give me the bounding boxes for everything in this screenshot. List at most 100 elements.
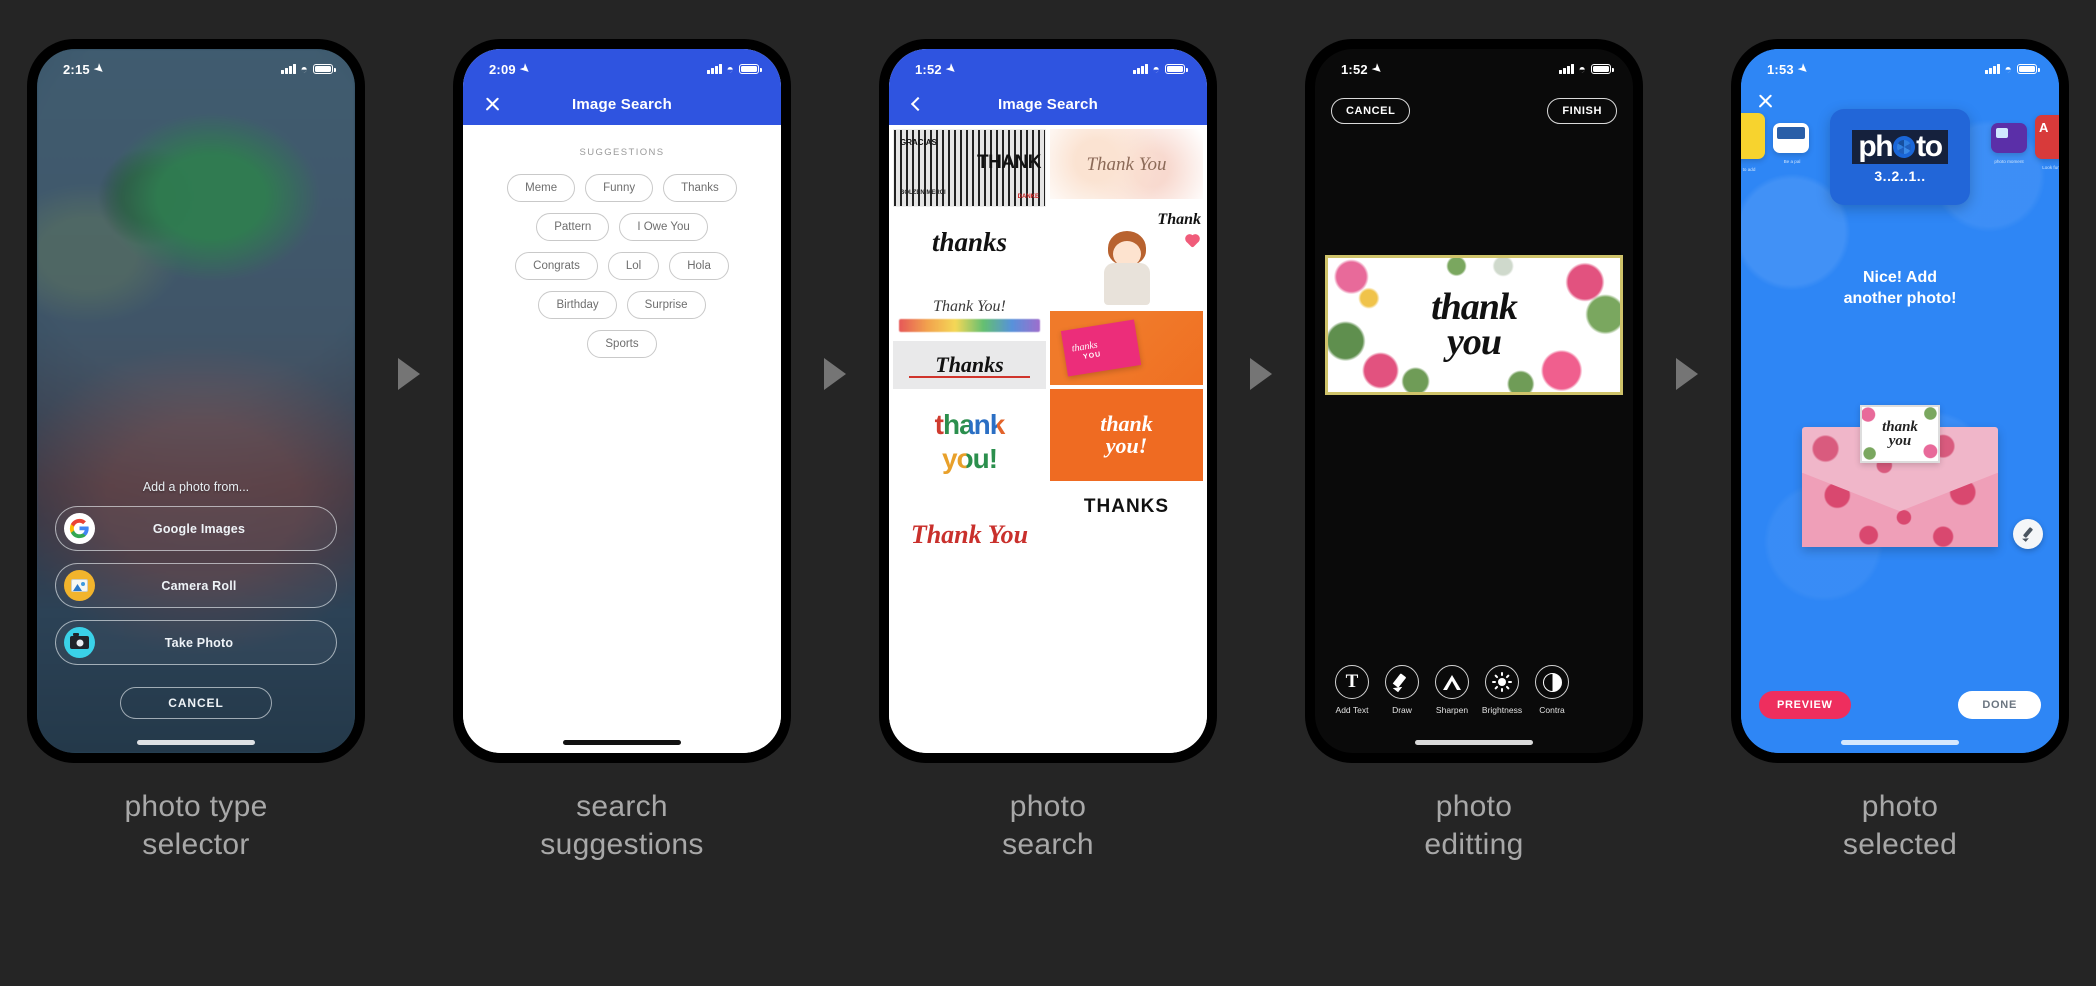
canvas-line-2: you: [1447, 321, 1502, 363]
pencil-icon: [2021, 527, 2035, 541]
card-carousel[interactable]: ny A to add Be a pal photo moment Look f…: [1741, 95, 2059, 213]
nav-title-3: Image Search: [998, 95, 1098, 113]
battery-icon: [313, 64, 336, 74]
tool-label: Add Text: [1335, 705, 1369, 715]
nav-bar-2: 2:09 ➤ ◓ Image Search: [463, 49, 781, 125]
battery-icon: [2017, 64, 2040, 74]
result-caption: DANKE: [1017, 194, 1039, 200]
result-image[interactable]: THANKS: [1050, 485, 1203, 527]
tool-sharpen[interactable]: Sharpen: [1427, 665, 1477, 715]
tool-label: Draw: [1392, 705, 1412, 715]
result-image[interactable]: thanks: [893, 211, 1046, 273]
nav-bar-3: 1:52 ➤ ◓ Image Search: [889, 49, 1207, 125]
cancel-button[interactable]: CANCEL: [120, 687, 272, 719]
result-caption: Thank You!: [933, 298, 1006, 315]
result-image[interactable]: Thank: [1050, 203, 1203, 307]
sheet-title: Add a photo from...: [142, 480, 250, 494]
editor-top-bar: CANCEL FINISH: [1315, 89, 1633, 133]
preview-button[interactable]: PREVIEW: [1759, 691, 1851, 719]
headline-text: Nice! Add another photo!: [1843, 269, 1957, 308]
take-photo-label: Take Photo: [164, 635, 234, 650]
suggestion-chip[interactable]: Surprise: [626, 291, 706, 319]
tool-add-text[interactable]: T Add Text: [1327, 665, 1377, 715]
suggestion-chip[interactable]: Sports: [587, 330, 657, 358]
phone-screen-3: 1:52 ➤ ◓ Image Search GRACIAS THANK BOLZ…: [889, 49, 1207, 753]
result-image[interactable]: thank you!: [893, 393, 1046, 493]
camera-roll-button[interactable]: Camera Roll: [55, 563, 337, 608]
countdown-text: 3..2..1..: [1874, 168, 1926, 184]
editor-canvas[interactable]: thank you: [1325, 255, 1623, 395]
status-bar-4: 1:52 ➤ ◓: [1315, 49, 1633, 83]
cancel-button[interactable]: CANCEL: [1331, 98, 1411, 124]
result-caption: THANKS: [1083, 495, 1170, 517]
image-results-grid[interactable]: GRACIAS THANK BOLZEN MERCI DANKE thanks …: [889, 125, 1207, 753]
photo-library-icon: [64, 570, 95, 601]
card-caption: to add: [1742, 167, 1756, 172]
suggestion-chip[interactable]: I Owe You: [619, 213, 708, 241]
suggestion-chip[interactable]: Lol: [607, 252, 660, 280]
signal-icon: [1559, 64, 1574, 74]
result-image[interactable]: Thank You!: [893, 277, 1046, 337]
close-icon[interactable]: [477, 89, 507, 119]
floral-border: [1862, 407, 1938, 461]
add-photo-sheet: Add a photo from... Google Images Camera…: [37, 480, 355, 753]
caption-2: search suggestions: [540, 790, 704, 862]
suggestion-chip[interactable]: Funny: [585, 174, 654, 202]
phone-screen-2: 2:09 ➤ ◓ Image Search SUGGESTIONS Meme F…: [463, 49, 781, 753]
status-bar-3: 1:52 ➤ ◓: [889, 49, 1207, 83]
done-button[interactable]: DONE: [1958, 691, 2041, 719]
result-image[interactable]: thank you!: [1050, 389, 1203, 481]
caption-1: photo type selector: [124, 790, 268, 862]
result-image[interactable]: Thanks: [893, 341, 1046, 389]
tool-brightness[interactable]: Brightness: [1477, 665, 1527, 715]
result-caption: you!: [1105, 433, 1148, 458]
status-time: 1:52: [1341, 61, 1368, 77]
nav-title-2: Image Search: [572, 95, 672, 113]
suggestion-chip[interactable]: Birthday: [538, 291, 617, 319]
take-photo-button[interactable]: Take Photo: [55, 620, 337, 665]
tool-contrast[interactable]: Contra: [1527, 665, 1577, 715]
chip-row: Pattern I Owe You: [479, 213, 765, 241]
status-bar-5: 1:53 ➤ ◓: [1741, 49, 2059, 83]
status-right-5: ◓: [1985, 63, 2040, 75]
camera-roll-label: Camera Roll: [161, 578, 237, 593]
suggestion-chip[interactable]: Pattern: [536, 213, 610, 241]
carousel-card[interactable]: [1991, 123, 2027, 153]
phone-frame-3: 1:52 ➤ ◓ Image Search GRACIAS THANK BOLZ…: [880, 40, 1216, 762]
result-image[interactable]: thanks YOU: [1050, 311, 1203, 385]
tool-draw[interactable]: Draw: [1377, 665, 1427, 715]
result-image[interactable]: Thank You: [893, 497, 1046, 573]
logo-text-b: to: [1916, 130, 1943, 163]
result-caption: you!: [893, 443, 1046, 475]
carousel-card[interactable]: ny: [1741, 113, 1765, 159]
location-arrow-icon: ➤: [1795, 61, 1811, 77]
card-text: A: [2039, 120, 2049, 135]
suggestion-chip[interactable]: Meme: [507, 174, 576, 202]
result-caption: GRACIAS: [900, 138, 937, 147]
card-caption: photo moment: [1994, 159, 2024, 164]
suggestion-chip[interactable]: Hola: [669, 252, 729, 280]
google-images-label: Google Images: [152, 521, 246, 536]
google-icon: [64, 513, 95, 544]
result-image[interactable]: Thank You: [1050, 129, 1203, 199]
camera-icon: [64, 627, 95, 658]
result-caption: YOU: [1082, 351, 1102, 361]
back-chevron-icon[interactable]: [903, 89, 933, 119]
result-image[interactable]: GRACIAS THANK BOLZEN MERCI DANKE: [893, 129, 1046, 207]
carousel-card[interactable]: A: [2035, 115, 2059, 159]
carousel-card[interactable]: [1773, 123, 1809, 153]
finish-button[interactable]: FINISH: [1547, 98, 1617, 124]
google-images-button[interactable]: Google Images: [55, 506, 337, 551]
screen-column-search-suggestions: 2:09 ➤ ◓ Image Search SUGGESTIONS Meme F…: [432, 40, 812, 865]
wifi-icon: ◓: [1152, 62, 1160, 76]
edit-photo-button[interactable]: [2013, 519, 2043, 549]
status-left-5: 1:53 ➤: [1767, 61, 1810, 76]
thank-you-card: thank you: [1860, 405, 1940, 463]
chip-row: Congrats Lol Hola: [479, 252, 765, 280]
suggestion-chip[interactable]: Congrats: [515, 252, 598, 280]
card-text: ny: [1741, 118, 1761, 147]
flow-arrow-2: [812, 358, 858, 390]
wifi-icon: ◓: [1578, 62, 1586, 76]
result-caption: Thank You: [1086, 153, 1167, 175]
suggestion-chip[interactable]: Thanks: [663, 174, 737, 202]
